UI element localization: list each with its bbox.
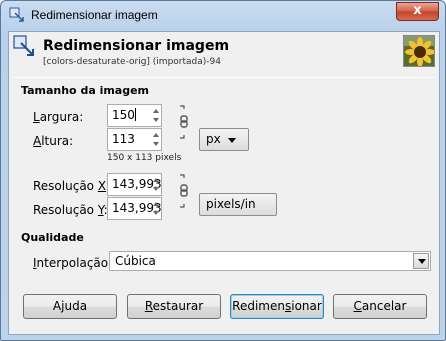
- height-label: Altura:: [33, 134, 74, 148]
- res-x-input[interactable]: 143,993: [107, 173, 162, 196]
- chevron-down-icon: [228, 138, 236, 143]
- resize-icon: [13, 35, 34, 56]
- title-bar[interactable]: Redimensionar imagem x: [1, 1, 445, 31]
- resolution-unit-select[interactable]: pixels/in: [199, 193, 277, 216]
- image-name: [colors-desaturate-orig] (importada)-94: [43, 57, 221, 67]
- width-label: Largura:: [33, 110, 84, 124]
- res-y-label: Resolução Y:: [33, 203, 108, 217]
- interpolation-select[interactable]: Cúbica: [109, 251, 431, 271]
- chain-link-icon[interactable]: [179, 173, 189, 209]
- height-input[interactable]: 113: [107, 128, 162, 151]
- close-icon: x: [413, 3, 422, 18]
- spin-arrows-icon[interactable]: [151, 105, 161, 126]
- close-button[interactable]: x: [396, 2, 439, 21]
- width-input[interactable]: 150: [107, 104, 162, 127]
- dialog-body: Redimensionar imagem [colors-desaturate-…: [8, 31, 440, 335]
- dialog-window: Redimensionar imagem x Redimensionar ima…: [0, 0, 446, 341]
- header-separator: [13, 77, 435, 78]
- chevron-down-icon[interactable]: [413, 253, 429, 269]
- reset-button[interactable]: Restaurar: [127, 294, 221, 319]
- resize-icon: [9, 7, 24, 22]
- window-title: Redimensionar imagem: [31, 8, 158, 22]
- spin-arrows-icon[interactable]: [151, 174, 161, 195]
- interpolation-label: Interpolação:: [33, 256, 113, 270]
- dialog-title: Redimensionar imagem: [43, 38, 230, 54]
- spin-arrows-icon[interactable]: [151, 198, 161, 219]
- res-y-input[interactable]: 143,993: [107, 197, 162, 220]
- spin-arrows-icon[interactable]: [151, 129, 161, 150]
- sunflower-thumbnail: [403, 35, 435, 67]
- res-x-label: Resolução X:: [33, 179, 110, 193]
- help-button[interactable]: Ajuda: [23, 294, 117, 319]
- pixel-size-info: 150 x 113 pixels: [107, 153, 182, 163]
- dialog-header: Redimensionar imagem [colors-desaturate-…: [9, 32, 439, 76]
- unit-select[interactable]: px: [199, 128, 249, 151]
- image-size-heading: Tamanho da imagem: [21, 84, 150, 97]
- resize-button[interactable]: Redimensionar: [230, 294, 324, 319]
- quality-heading: Qualidade: [21, 231, 84, 244]
- cancel-button[interactable]: Cancelar: [333, 294, 427, 319]
- chain-link-icon[interactable]: [179, 104, 189, 140]
